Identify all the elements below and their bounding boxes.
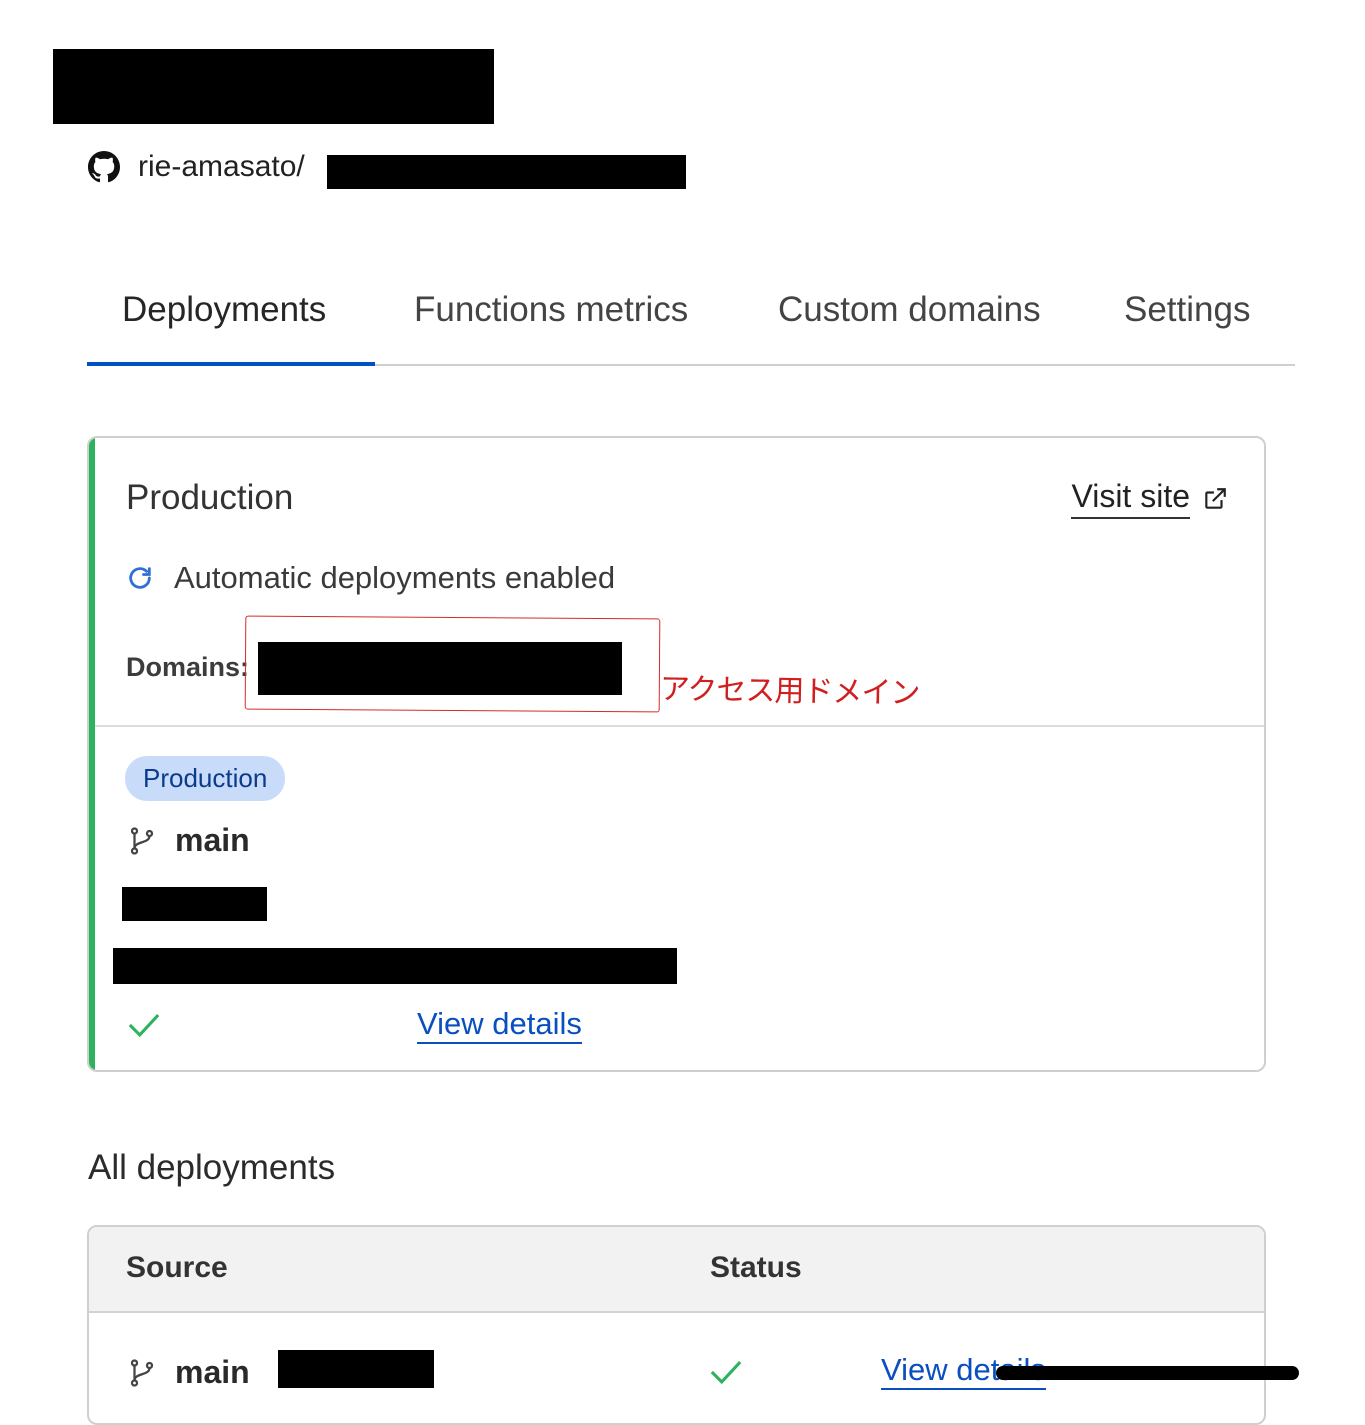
domains-label: Domains:: [126, 652, 250, 682]
redacted-commit-hash: [122, 887, 267, 921]
external-link-icon: [1205, 487, 1226, 509]
annotation-highlight-box: [244, 615, 661, 713]
row-branch-name: main: [175, 1354, 250, 1390]
git-branch-icon: [130, 1358, 154, 1387]
tab-custom-domains[interactable]: Custom domains: [778, 290, 1041, 330]
refresh-icon: [129, 567, 151, 589]
row-success-check-icon: [709, 1357, 743, 1392]
branch-name: main: [175, 822, 250, 858]
repo-owner: rie-amasato/: [138, 150, 305, 183]
active-tab-indicator: [87, 362, 375, 366]
git-branch-icon: [130, 826, 154, 855]
column-status: Status: [710, 1251, 802, 1284]
deployments-table: Source Status main View details: [87, 1225, 1266, 1425]
view-details-link[interactable]: View details: [417, 1006, 582, 1044]
branch-info: main: [127, 822, 250, 859]
visit-site-label: Visit site: [1071, 478, 1190, 519]
table-row-branch: main: [127, 1354, 250, 1391]
success-check-icon: [127, 1010, 161, 1045]
tab-settings[interactable]: Settings: [1124, 290, 1250, 330]
visit-site-link[interactable]: Visit site: [1071, 478, 1228, 519]
table-header: Source Status: [89, 1227, 1264, 1313]
github-icon: [88, 151, 120, 183]
tab-deployments[interactable]: Deployments: [122, 290, 326, 330]
card-divider: [95, 725, 1264, 727]
redacted-project-title: [53, 49, 494, 124]
annotation-text: アクセス用ドメイン: [659, 671, 920, 712]
production-badge: Production: [125, 756, 286, 801]
redacted-commit-message: [113, 948, 677, 984]
status-accent-bar: [89, 438, 95, 1070]
tab-functions-metrics[interactable]: Functions metrics: [414, 290, 688, 330]
redacted-row-extra: [996, 1366, 1299, 1380]
column-source: Source: [126, 1251, 228, 1284]
tab-bar: Deployments Functions metrics Custom dom…: [87, 270, 1295, 366]
auto-deploy-label: Automatic deployments enabled: [174, 560, 616, 595]
all-deployments-title: All deployments: [88, 1148, 336, 1187]
redacted-repo-name: [327, 155, 686, 189]
auto-deploy-status: Automatic deployments enabled: [126, 560, 615, 596]
redacted-row-commit: [278, 1350, 434, 1388]
production-title: Production: [126, 478, 294, 517]
repository-link[interactable]: rie-amasato/: [88, 150, 305, 184]
